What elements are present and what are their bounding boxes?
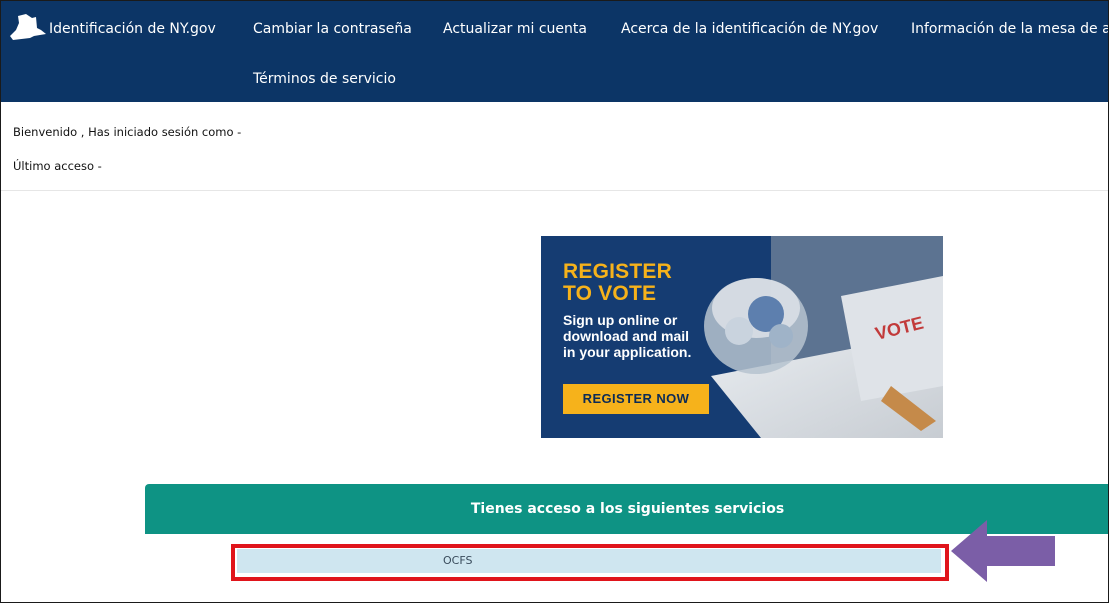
browser-frame: Identificación de NY.gov Cambiar la cont… [0, 0, 1109, 603]
banner-title-line2: TO VOTE [563, 282, 657, 305]
services-title: Tienes acceso a los siguientes servicios [470, 501, 785, 517]
banner-text-line2: download and mail [563, 328, 690, 344]
register-now-button[interactable]: REGISTER NOW [563, 384, 709, 414]
arrow-left-icon [951, 520, 1055, 582]
register-to-vote-banner[interactable]: VOTE REGISTER TO VOTE Sign up online or … [541, 236, 943, 438]
nav-link-about[interactable]: Acerca de la identificación de NY.gov [621, 21, 878, 37]
highlight-box [231, 544, 949, 581]
last-access-text: Último acceso - [13, 159, 102, 173]
nav-link-terms[interactable]: Términos de servicio [253, 71, 396, 87]
banner-text-line3: in your application. [563, 344, 692, 360]
banner-text-line1: Sign up online or [563, 312, 678, 328]
banner-title-line1: REGISTER [563, 260, 672, 283]
top-navigation: Identificación de NY.gov Cambiar la cont… [1, 1, 1108, 102]
welcome-text: Bienvenido , Has iniciado sesión como - [13, 125, 242, 139]
welcome-panel: Bienvenido , Has iniciado sesión como - … [1, 102, 1108, 191]
nav-link-update-account[interactable]: Actualizar mi cuenta [443, 21, 587, 37]
nav-link-change-password[interactable]: Cambiar la contraseña [253, 21, 412, 37]
ny-state-icon[interactable] [10, 14, 46, 40]
divider [1, 190, 1108, 191]
nav-link-help-desk[interactable]: Información de la mesa de a [911, 21, 1108, 37]
nav-link-nygov-id[interactable]: Identificación de NY.gov [49, 21, 216, 37]
